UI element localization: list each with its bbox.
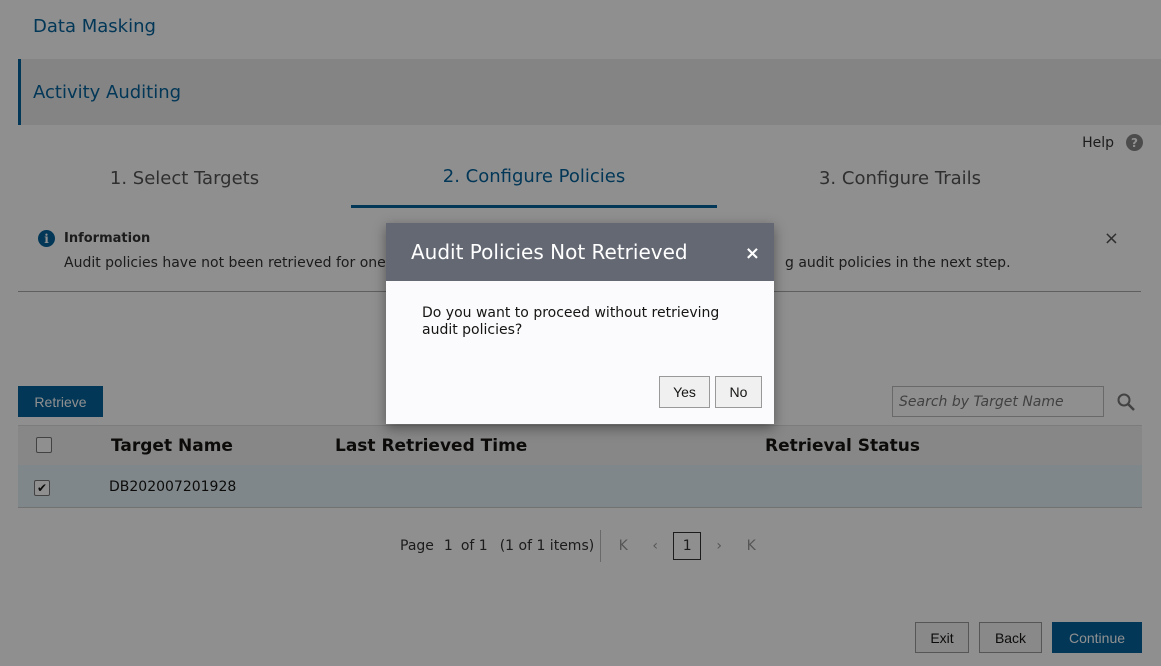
dialog-title: Audit Policies Not Retrieved — [411, 240, 688, 264]
dialog-message: Do you want to proceed without retrievin… — [422, 305, 720, 338]
close-icon[interactable]: × — [745, 243, 760, 264]
dialog-header: Audit Policies Not Retrieved × — [386, 223, 774, 281]
audit-policies-dialog: Audit Policies Not Retrieved × Do you wa… — [386, 223, 774, 424]
no-button[interactable]: No — [715, 376, 762, 408]
yes-button[interactable]: Yes — [659, 376, 710, 408]
